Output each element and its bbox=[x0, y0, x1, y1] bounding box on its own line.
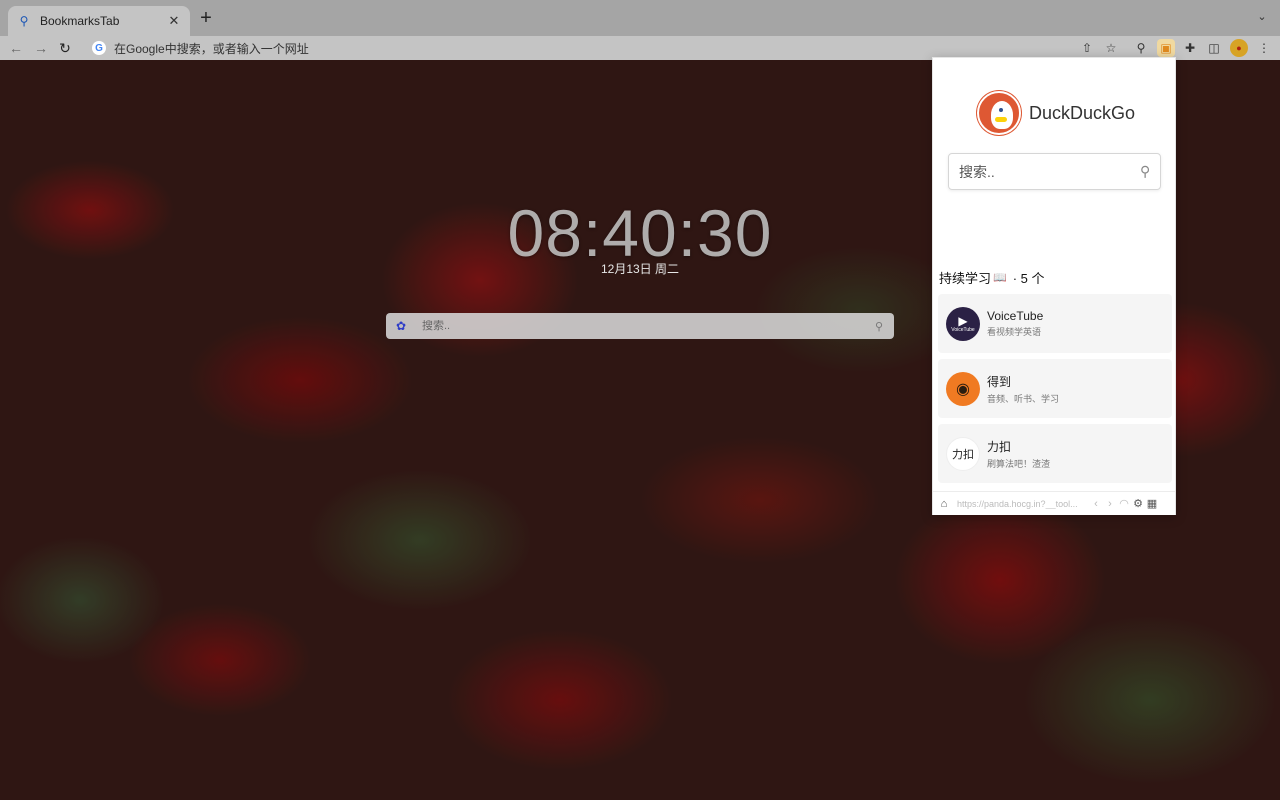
baidu-paw-icon[interactable]: ✿ bbox=[394, 319, 408, 333]
search-icon[interactable]: ⚲ bbox=[1140, 163, 1150, 181]
bookmark-list: ▶ VoiceTube VoiceTube 看视频学英语 ◉ 得到 音频、听书、… bbox=[938, 294, 1172, 489]
main-search-bar[interactable]: ✿ ⚲ bbox=[386, 313, 894, 339]
tab-strip: ⚲ BookmarksTab ✕ + ⌄ bbox=[0, 0, 1280, 36]
search-icon[interactable]: ⚲ bbox=[872, 319, 886, 333]
chevron-down-icon[interactable]: ⌄ bbox=[1254, 10, 1270, 26]
date-label: 12月13日 周二 bbox=[600, 262, 680, 276]
new-tab-button[interactable]: + bbox=[196, 8, 216, 29]
bookmark-item-voicetube[interactable]: ▶ VoiceTube VoiceTube 看视频学英语 bbox=[938, 294, 1172, 353]
home-icon[interactable]: ⌂ bbox=[937, 497, 951, 511]
dedao-owl-icon: ◉ bbox=[946, 371, 980, 406]
share-icon[interactable]: ⇧ bbox=[1078, 39, 1096, 57]
back-arrow-icon[interactable]: ← bbox=[6, 38, 26, 58]
search-icon: ⚲ bbox=[19, 14, 29, 28]
popup-search-bar[interactable]: ⚲ bbox=[948, 153, 1161, 190]
duckduckgo-brand[interactable]: DuckDuckGo bbox=[977, 91, 1135, 135]
more-menu-icon[interactable]: ⋮ bbox=[1255, 39, 1273, 57]
side-panel-icon[interactable]: ◫ bbox=[1205, 39, 1223, 57]
bookmark-name: 力扣 bbox=[987, 439, 1012, 454]
bookmark-desc: 音频、听书、学习 bbox=[987, 393, 1060, 404]
main-search-input[interactable] bbox=[422, 320, 872, 332]
qr-code-icon[interactable]: ▦ bbox=[1145, 497, 1159, 511]
bookmark-star-icon[interactable]: ☆ bbox=[1102, 39, 1120, 57]
duckduckgo-name: DuckDuckGo bbox=[1029, 102, 1136, 123]
gear-icon[interactable]: ⚙ bbox=[1131, 497, 1145, 511]
bookmark-group-header: 持续学习 📖 · 5 个 bbox=[939, 268, 1045, 287]
bookmarkstab-extension-icon[interactable]: ▣ bbox=[1157, 39, 1175, 57]
extension-popup: DuckDuckGo ⚲ 持续学习 📖 · 5 个 ▶ VoiceTube Vo… bbox=[932, 57, 1176, 515]
tab-bookmarkstab[interactable]: ⚲ BookmarksTab ✕ bbox=[8, 6, 190, 36]
bookmark-desc: 刷算法吧！渣渣 bbox=[987, 458, 1051, 469]
popup-search-input[interactable] bbox=[959, 163, 1140, 180]
puzzle-extensions-icon[interactable]: ✚ bbox=[1181, 39, 1199, 57]
bookmark-name: VoiceTube bbox=[987, 309, 1044, 323]
bookmark-item-leetcode[interactable]: 力扣 力扣 刷算法吧！渣渣 bbox=[938, 424, 1172, 483]
duckduckgo-logo-icon bbox=[977, 91, 1021, 135]
group-title: 持续学习 bbox=[939, 271, 992, 286]
google-icon: G bbox=[92, 41, 106, 55]
forward-arrow-icon[interactable]: → bbox=[31, 38, 51, 58]
footer-url: https://panda.hocg.in?__tool... bbox=[957, 498, 1078, 509]
group-count: · 5 个 bbox=[1012, 271, 1045, 286]
search-extension-icon[interactable]: ⚲ bbox=[1132, 39, 1150, 57]
profile-avatar-icon[interactable]: ● bbox=[1230, 39, 1248, 57]
address-bar-placeholder: 在Google中搜索，或者输入一个网址 bbox=[114, 41, 309, 56]
voicetube-icon: ▶ VoiceTube bbox=[946, 306, 980, 341]
chevron-left-icon[interactable]: ‹ bbox=[1089, 497, 1103, 511]
close-icon[interactable]: ✕ bbox=[166, 13, 182, 29]
bookmark-name: 得到 bbox=[987, 374, 1012, 389]
book-icon: 📖 bbox=[993, 272, 1007, 284]
popup-footer: ⌂ https://panda.hocg.in?__tool... ‹ › ◠ … bbox=[933, 491, 1175, 515]
chevron-right-icon[interactable]: › bbox=[1103, 497, 1117, 511]
loading-spinner-icon: ◠ bbox=[1119, 498, 1129, 510]
reload-icon[interactable]: ↻ bbox=[55, 38, 75, 58]
bookmark-item-dedao[interactable]: ◉ 得到 音频、听书、学习 bbox=[938, 359, 1172, 418]
bookmark-desc: 看视频学英语 bbox=[987, 327, 1042, 337]
leetcode-icon: 力扣 bbox=[946, 436, 980, 471]
tab-title: BookmarksTab bbox=[40, 14, 120, 28]
address-bar[interactable]: G 在Google中搜索，或者输入一个网址 bbox=[86, 37, 1130, 59]
